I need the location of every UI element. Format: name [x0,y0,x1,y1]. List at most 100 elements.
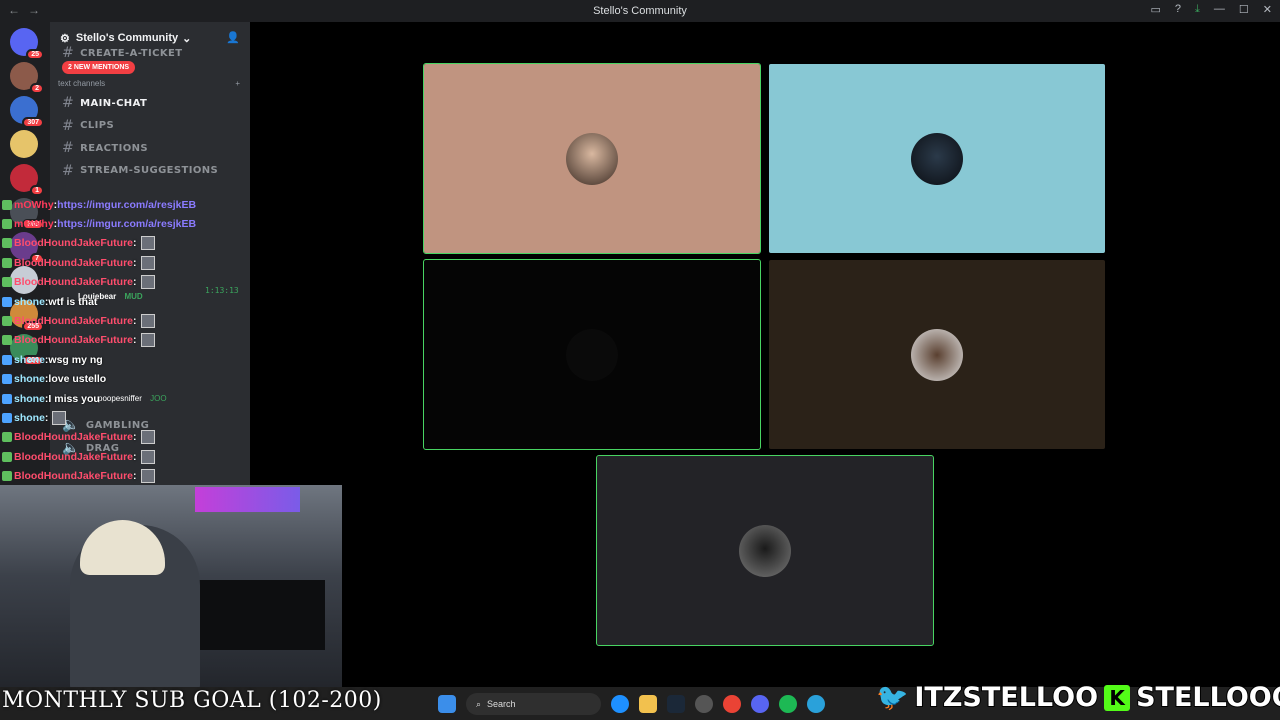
chat-badge-icon [2,219,12,230]
search-icon: ⌕ [476,698,482,709]
chat-separator: : [133,276,137,289]
app-icon[interactable] [695,695,713,713]
emote-icon [52,410,67,425]
chat-separator: : [133,315,137,328]
maximize-button[interactable]: ☐ [1239,3,1249,16]
emote-icon [140,449,155,464]
social-handles-overlay: 🐦 ITZSTELLOO K STELLOOO [876,681,1280,714]
chat-badge-icon [2,238,12,249]
chat-separator: : [133,256,137,269]
emote-icon [140,275,155,290]
dm-home-icon[interactable]: 25 [10,28,44,60]
chat-username: BloodHoundJakeFuture [14,450,134,463]
chat-separator: : [133,470,137,483]
edge-icon[interactable] [611,695,629,713]
server-icon[interactable]: 2 [10,62,44,94]
chat-username: shone [14,295,45,308]
chat-badge-icon [2,199,12,210]
chat-badge-icon [2,335,12,346]
chat-username: shone [14,392,45,405]
channel-main-chat[interactable]: # MAIN-CHAT [50,92,250,115]
file-explorer-icon[interactable] [639,695,657,713]
chat-username: BloodHoundJakeFuture [14,470,134,483]
hash-icon: # [62,95,75,112]
emote-icon [140,255,155,270]
channel-ticket[interactable]: # CREATE-A-TICKET [50,45,250,61]
chat-badge-icon [2,412,12,423]
server-icon-small: ⚙ [60,32,70,45]
chrome-icon[interactable] [723,695,741,713]
chat-message: shone : love ustello [0,370,250,389]
chat-separator: : [133,450,137,463]
server-name: Stello's Community [75,32,179,44]
participant-tile[interactable] [769,64,1105,253]
chat-message: shone : wsg my ng [0,350,250,369]
participant-tile[interactable] [423,259,761,450]
chevron-down-icon: ⌄ [182,32,192,45]
chat-badge-icon [2,451,12,462]
category-text-channels[interactable]: text channels + [50,74,250,92]
taskbar-search[interactable]: ⌕ Search [466,693,601,715]
telegram-icon[interactable] [807,695,825,713]
discord-icon[interactable] [751,695,769,713]
chat-username: shone [14,411,45,424]
channel-clips[interactable]: # CLIPS [50,115,250,138]
video-call-stage [250,22,1280,687]
inbox-icon[interactable]: ▭ [1151,3,1161,16]
chat-message: shone : wtf is that [0,292,250,311]
chat-username: shone [14,373,45,386]
chat-message: BloodHoundJakeFuture : [0,234,250,253]
participant-tile[interactable] [423,63,761,254]
participant-avatar [566,132,618,185]
chat-badge-icon [2,374,12,385]
help-icon[interactable]: ? [1175,3,1181,16]
chat-badge-icon [2,296,12,307]
hash-icon: # [62,117,75,134]
emote-icon [140,236,155,251]
hash-icon: # [62,45,75,61]
close-button[interactable]: ✕ [1263,3,1272,16]
windows-start-icon[interactable] [438,695,456,713]
chat-username: BloodHoundJakeFuture [14,256,134,269]
chat-badge-icon [2,316,12,327]
server-icon[interactable] [10,130,38,158]
spotify-icon[interactable] [779,695,797,713]
channel-stream-suggestions[interactable]: # STREAM-SUGGESTIONS [50,160,250,183]
channel-label: REACTIONS [80,142,148,154]
chat-badge-icon [2,257,12,268]
emote-icon [140,333,155,348]
channel-reactions[interactable]: # REACTIONS [50,137,250,160]
chat-link[interactable]: https://imgur.com/a/resjkEB [57,218,196,230]
category-label: text channels [58,78,106,88]
participant-tile[interactable] [596,455,934,646]
steam-icon[interactable] [667,695,685,713]
minimize-button[interactable]: — [1214,3,1225,16]
chat-link[interactable]: https://imgur.com/a/resjkEB [57,199,196,211]
guild-badge: 25 [26,49,44,60]
chat-message: BloodHoundJakeFuture : [0,311,250,330]
new-mentions-badge[interactable]: 2 NEW MENTIONS [62,61,136,74]
download-icon[interactable]: ⤓ [1195,3,1200,16]
chat-text: love ustello [48,373,107,386]
guild-badge: 307 [22,117,44,128]
guild-badge: 2 [30,83,44,94]
chat-username: mOWhy [14,198,54,211]
chat-message: BloodHoundJakeFuture : [0,466,250,485]
participant-avatar [911,132,963,185]
chat-separator: : [44,411,49,424]
add-member-icon[interactable]: 👤 [226,31,240,44]
hash-icon: # [62,140,75,157]
participant-avatar [739,524,791,577]
hash-icon: # [62,162,75,179]
window-title: Stello's Community [593,5,687,17]
chat-badge-icon [2,277,12,288]
participant-tile[interactable] [769,260,1105,449]
plus-icon[interactable]: + [235,79,240,88]
server-icon[interactable]: 1 [10,164,44,196]
emote-icon [140,469,155,484]
channel-label: CREATE-A-TICKET [80,47,183,59]
chat-badge-icon [2,393,12,404]
channel-label: MAIN-CHAT [80,97,148,109]
chat-message: shone : I miss you [0,389,250,408]
server-icon[interactable]: 307 [10,96,44,128]
